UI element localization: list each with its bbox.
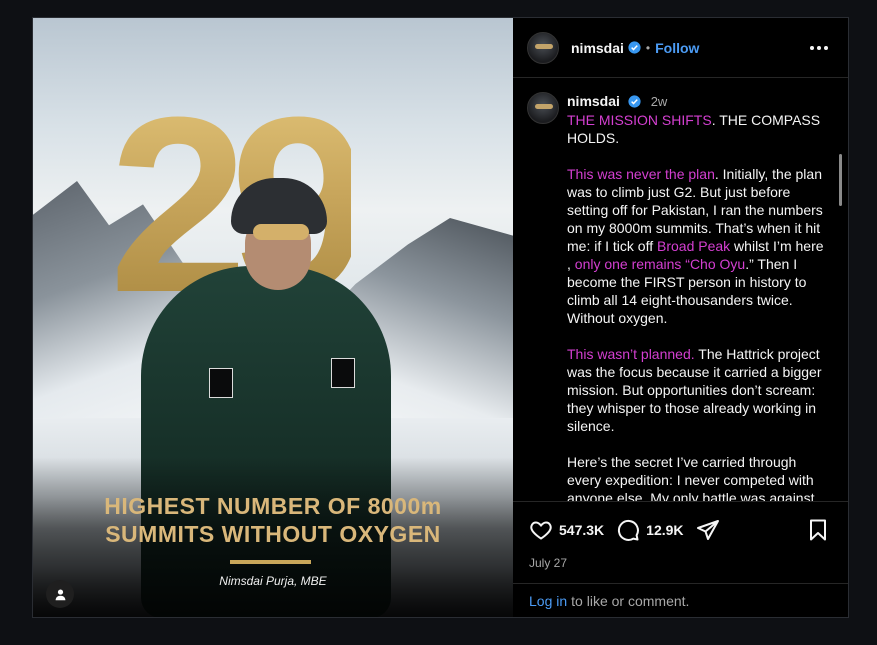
heart-icon bbox=[530, 520, 552, 540]
highlight-text: only one remains “Cho Oyu bbox=[574, 256, 746, 272]
login-prompt: Log in to like or comment. bbox=[513, 583, 848, 617]
tagged-user-icon[interactable] bbox=[46, 580, 74, 608]
post-date[interactable]: July 27 bbox=[513, 557, 848, 583]
highlight-text: This wasn’t planned. bbox=[567, 346, 695, 362]
gold-divider bbox=[230, 560, 311, 564]
credit-name: Nimsdai Purja, bbox=[219, 574, 298, 588]
action-bar: 547.3K 12.9K bbox=[513, 501, 848, 557]
share-button[interactable] bbox=[696, 518, 720, 542]
headline-line-1: HIGHEST NUMBER OF 8000m bbox=[104, 493, 442, 519]
post-image[interactable]: 29 HIGHEST NUMBER OF 8000m SUMMITS WITHO… bbox=[33, 18, 513, 617]
image-credit: Nimsdai Purja, MBE bbox=[33, 574, 513, 588]
highlight-text: This was never the plan bbox=[567, 166, 715, 182]
avatar[interactable] bbox=[527, 92, 559, 124]
login-text: to like or comment. bbox=[571, 592, 690, 609]
caption-body: nimsdai 2w THE MISSION SHIFTS. THE COMPA… bbox=[567, 92, 827, 501]
login-link[interactable]: Log in bbox=[529, 593, 567, 609]
jacket-patch bbox=[209, 368, 233, 398]
image-headline: HIGHEST NUMBER OF 8000m SUMMITS WITHOUT … bbox=[33, 492, 513, 548]
caption-username[interactable]: nimsdai bbox=[567, 93, 620, 109]
headline-line-2: SUMMITS WITHOUT OXYGEN bbox=[105, 521, 441, 547]
caption-paragraph: THE MISSION SHIFTS. THE COMPASS HOLDS. bbox=[567, 111, 827, 147]
jacket-patch bbox=[331, 358, 355, 388]
credit-suffix: MBE bbox=[300, 574, 327, 588]
verified-badge-icon bbox=[628, 41, 641, 54]
bookmark-icon bbox=[810, 519, 826, 541]
highlight-text: Broad Peak bbox=[657, 238, 731, 254]
highlight-text: THE MISSION SHIFTS bbox=[567, 112, 712, 128]
person-icon bbox=[55, 588, 65, 600]
follow-button[interactable]: Follow bbox=[655, 40, 699, 56]
avatar[interactable] bbox=[527, 31, 559, 64]
post-dialog: 29 HIGHEST NUMBER OF 8000m SUMMITS WITHO… bbox=[32, 17, 849, 618]
comment-icon bbox=[618, 519, 640, 541]
comments-count[interactable]: 12.9K bbox=[646, 522, 683, 538]
post-sidebar: nimsdai • Follow nimsdai 2w THE MISSION … bbox=[513, 18, 848, 617]
save-button[interactable] bbox=[806, 518, 830, 547]
likes-count[interactable]: 547.3K bbox=[559, 522, 604, 538]
separator-dot: • bbox=[645, 40, 651, 55]
like-button[interactable]: 547.3K bbox=[529, 518, 604, 542]
scrollbar[interactable] bbox=[839, 154, 842, 206]
header-username[interactable]: nimsdai bbox=[571, 40, 624, 56]
caption-comment: nimsdai 2w THE MISSION SHIFTS. THE COMPA… bbox=[527, 92, 834, 501]
caption-area[interactable]: nimsdai 2w THE MISSION SHIFTS. THE COMPA… bbox=[513, 78, 848, 501]
caption-paragraph: Here’s the secret I’ve carried through e… bbox=[567, 454, 815, 501]
sunglasses bbox=[253, 224, 309, 240]
post-header: nimsdai • Follow bbox=[513, 18, 848, 78]
caption-paragraph: This wasn’t planned. The Hattrick projec… bbox=[567, 345, 827, 435]
more-options-icon[interactable] bbox=[810, 40, 828, 56]
caption-paragraph: This was never the plan. Initially, the … bbox=[567, 165, 827, 327]
caption-time[interactable]: 2w bbox=[651, 94, 668, 109]
verified-badge-icon bbox=[628, 95, 641, 108]
comment-button[interactable]: 12.9K bbox=[616, 518, 684, 542]
share-icon bbox=[696, 519, 719, 540]
